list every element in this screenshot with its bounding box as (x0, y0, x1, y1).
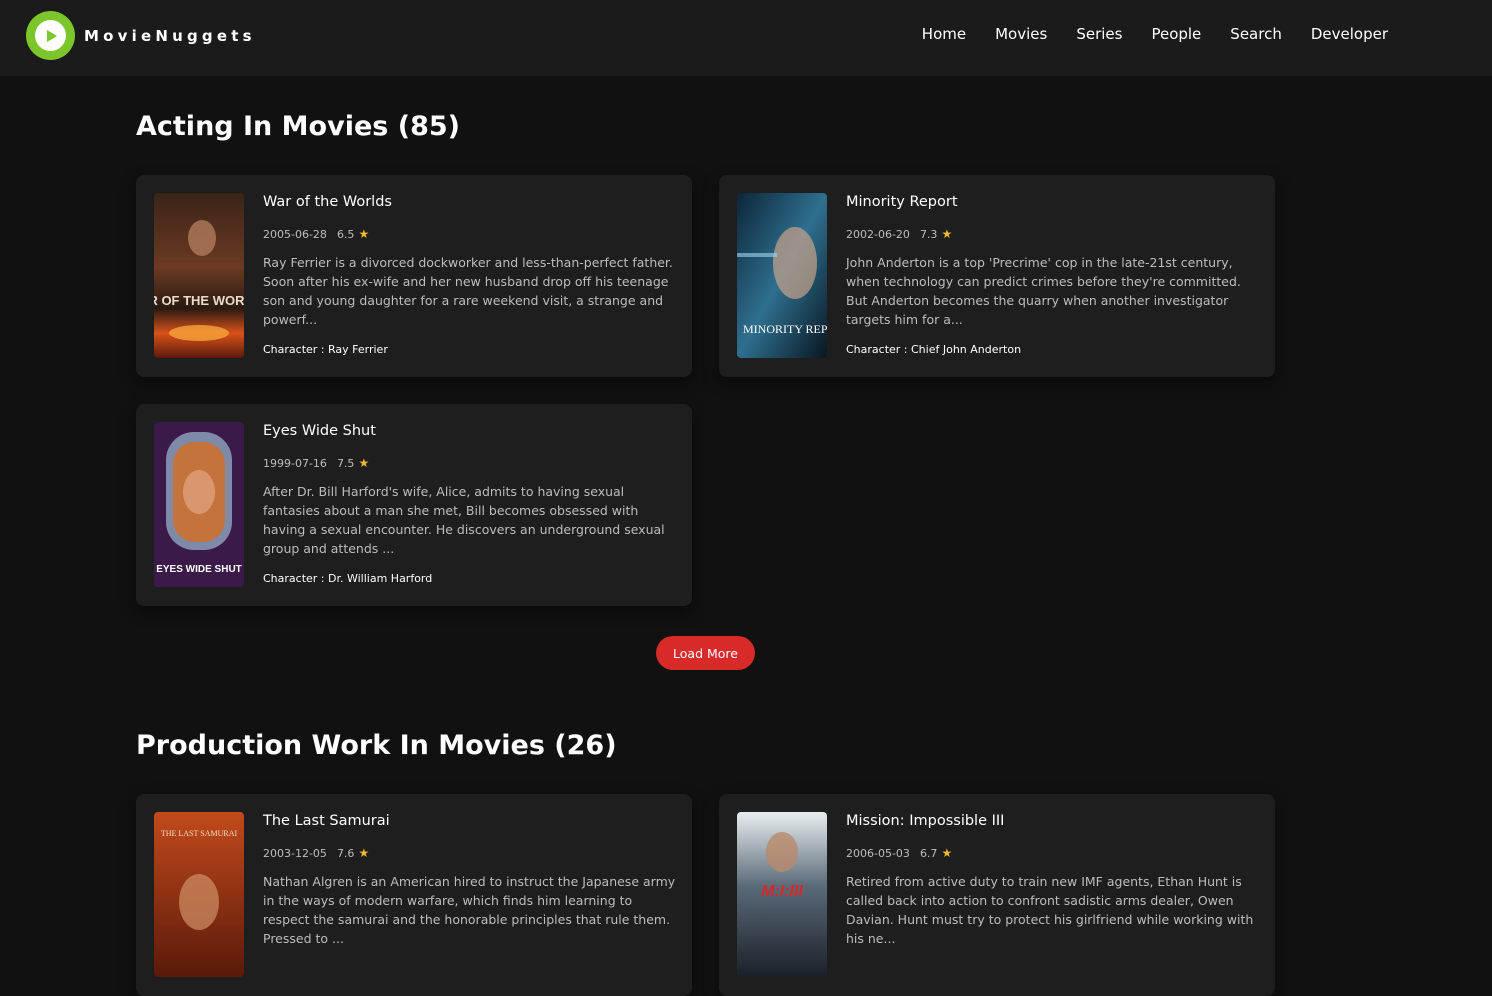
movie-poster[interactable]: WAR OF THE WORLDS (154, 193, 244, 358)
movie-card-eyes-wide-shut[interactable]: EYES WIDE SHUT Eyes Wide Shut 1999-07-16… (136, 404, 692, 606)
poster-title: THE LAST SAMURAI (161, 829, 238, 838)
movie-meta: 2002-06-20 7.3 ★ (846, 227, 952, 241)
brand-name: MovieNuggets (84, 26, 256, 45)
movie-overview: Retired from active duty to train new IM… (846, 874, 1254, 946)
rating-value: 7.6 (336, 846, 355, 860)
movie-poster[interactable]: MINORITY REPORT (737, 193, 827, 358)
character-label: Character : Chief John Anderton (846, 343, 1022, 356)
release-date: 2005-06-28 (263, 227, 327, 241)
character-label: Character : Ray Ferrier (263, 343, 388, 356)
nav-home[interactable]: Home (922, 24, 966, 44)
release-date: 2003-12-05 (263, 846, 327, 860)
rating-value: 7.5 (336, 456, 355, 470)
poster-title: WAR OF THE WORLDS (154, 293, 244, 308)
movie-poster[interactable]: M:I:III (737, 812, 827, 977)
movie-card-minority-report[interactable]: MINORITY REPORT Minority Report 2002-06-… (719, 175, 1275, 377)
top-navbar: MovieNuggets Home Movies Series People S… (0, 0, 1492, 76)
star-icon: ★ (358, 227, 370, 241)
rating-value: 6.7 (919, 846, 938, 860)
movie-card-war-of-the-worlds[interactable]: WAR OF THE WORLDS War of the Worlds 2005… (136, 175, 692, 377)
nav-series[interactable]: Series (1076, 24, 1122, 44)
nav-developer[interactable]: Developer (1311, 24, 1388, 44)
movie-meta: 2006-05-03 6.7 ★ (846, 846, 952, 860)
load-more-button[interactable]: Load More (656, 636, 755, 670)
movie-title[interactable]: War of the Worlds (263, 194, 392, 210)
play-logo-icon (26, 11, 75, 60)
poster-title: MINORITY REPORT (743, 322, 827, 336)
movie-title[interactable]: Minority Report (846, 194, 958, 210)
movie-poster[interactable]: THE LAST SAMURAI (154, 812, 244, 977)
movie-overview: Nathan Algren is an American hired to in… (263, 874, 676, 946)
nav-movies[interactable]: Movies (995, 24, 1047, 44)
movie-title[interactable]: Eyes Wide Shut (263, 423, 376, 439)
release-date: 2002-06-20 (846, 227, 910, 241)
movie-title[interactable]: The Last Samurai (263, 813, 390, 829)
movie-title[interactable]: Mission: Impossible III (846, 813, 1004, 829)
movie-overview: John Anderton is a top 'Precrime' cop in… (846, 255, 1241, 327)
nav-people[interactable]: People (1151, 24, 1201, 44)
release-date: 2006-05-03 (846, 846, 910, 860)
movie-overview: Ray Ferrier is a divorced dockworker and… (263, 255, 673, 327)
poster-title: EYES WIDE SHUT (156, 564, 242, 575)
acting-section-title: Acting In Movies (85) (136, 111, 460, 142)
star-icon: ★ (358, 846, 370, 860)
star-icon: ★ (941, 227, 953, 241)
production-section-title: Production Work In Movies (26) (136, 730, 617, 761)
nav-links: Home Movies Series People Search Develop… (893, 24, 1388, 44)
star-icon: ★ (358, 456, 370, 470)
movie-meta: 2005-06-28 6.5 ★ (263, 227, 369, 241)
nav-search[interactable]: Search (1230, 24, 1282, 44)
rating-value: 7.3 (919, 227, 938, 241)
movie-poster[interactable]: EYES WIDE SHUT (154, 422, 244, 587)
movie-meta: 1999-07-16 7.5 ★ (263, 456, 369, 470)
poster-title: M:I:III (761, 883, 803, 900)
movie-card-mission-impossible-iii[interactable]: M:I:III Mission: Impossible III 2006-05-… (719, 794, 1275, 996)
rating-value: 6.5 (336, 227, 355, 241)
movie-card-the-last-samurai[interactable]: THE LAST SAMURAI The Last Samurai 2003-1… (136, 794, 692, 996)
movie-meta: 2003-12-05 7.6 ★ (263, 846, 369, 860)
release-date: 1999-07-16 (263, 456, 327, 470)
movie-overview: After Dr. Bill Harford's wife, Alice, ad… (263, 484, 665, 556)
character-label: Character : Dr. William Harford (263, 572, 433, 585)
star-icon: ★ (941, 846, 953, 860)
brand-logo[interactable]: MovieNuggets (26, 11, 256, 60)
